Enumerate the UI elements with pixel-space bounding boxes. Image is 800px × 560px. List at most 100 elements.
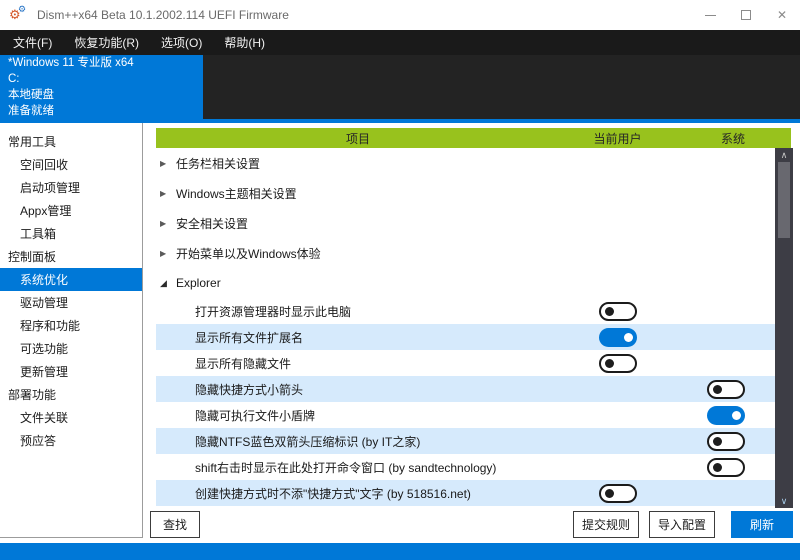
toggle-switch-off[interactable]: [707, 458, 745, 477]
sidebar-item[interactable]: 更新管理: [0, 360, 142, 383]
setting-label-cell: 创建快捷方式时不添"快捷方式"文字 (by 518516.net): [156, 485, 560, 502]
system-cell: [675, 380, 777, 399]
toggle-switch-on[interactable]: [707, 406, 745, 425]
setting-row[interactable]: 隐藏快捷方式小箭头: [156, 376, 777, 402]
setting-row[interactable]: 显示所有隐藏文件: [156, 350, 777, 376]
toggle-switch-on[interactable]: [599, 328, 637, 347]
setting-label-cell: ◢Explorer: [156, 276, 560, 290]
setting-label: 开始菜单以及Windows体验: [176, 245, 321, 262]
maximize-button[interactable]: [728, 0, 764, 30]
setting-row[interactable]: 隐藏可执行文件小盾牌: [156, 402, 777, 428]
setting-label: 隐藏可执行文件小盾牌: [195, 407, 315, 424]
app-gears-icon: ⚙ ⚙: [9, 6, 29, 24]
system-cell: [675, 406, 777, 425]
toggle-knob: [713, 463, 722, 472]
menu-bar: 文件(F)恢复功能(R)选项(O)帮助(H): [0, 30, 800, 55]
setting-label: 打开资源管理器时显示此电脑: [195, 303, 351, 320]
toggle-knob: [605, 359, 614, 368]
tree-group-row[interactable]: ▶任务栏相关设置: [156, 148, 777, 178]
current-user-cell: [560, 328, 675, 347]
footer-button-1[interactable]: 导入配置: [649, 511, 715, 538]
column-header-item: 项目: [156, 130, 560, 147]
sidebar-section-header: 常用工具: [0, 130, 142, 153]
settings-list: ▶任务栏相关设置▶Windows主题相关设置▶安全相关设置▶开始菜单以及Wind…: [156, 148, 777, 508]
setting-label: 隐藏NTFS蓝色双箭头压缩标识 (by IT之家): [195, 433, 420, 450]
menu-item-2[interactable]: 选项(O): [150, 30, 213, 55]
expander-collapsed-icon[interactable]: ▶: [160, 219, 174, 228]
setting-row[interactable]: 隐藏NTFS蓝色双箭头压缩标识 (by IT之家): [156, 428, 777, 454]
sidebar-item[interactable]: 文件关联: [0, 406, 142, 429]
system-cell: [675, 432, 777, 451]
sidebar-nav: 常用工具空间回收启动项管理Appx管理工具箱控制面板系统优化驱动管理程序和功能可…: [0, 123, 143, 538]
sidebar-item[interactable]: 驱动管理: [0, 291, 142, 314]
status-bar: [0, 543, 800, 560]
toggle-switch-off[interactable]: [599, 302, 637, 321]
tree-group-row[interactable]: ▶安全相关设置: [156, 208, 777, 238]
sidebar-item[interactable]: 程序和功能: [0, 314, 142, 337]
toggle-knob: [732, 411, 741, 420]
footer-actions: 提交规则导入配置刷新: [563, 511, 793, 538]
window-controls: ✕: [692, 0, 800, 30]
setting-label: Windows主题相关设置: [176, 185, 297, 202]
setting-label: 隐藏快捷方式小箭头: [195, 381, 303, 398]
window-title: Dism++x64 Beta 10.1.2002.114 UEFI Firmwa…: [37, 8, 289, 22]
app-window: ⚙ ⚙ Dism++x64 Beta 10.1.2002.114 UEFI Fi…: [0, 0, 800, 560]
menu-item-0[interactable]: 文件(F): [2, 30, 63, 55]
sidebar-item[interactable]: 系统优化: [0, 268, 142, 291]
setting-label-cell: ▶安全相关设置: [156, 215, 560, 232]
sidebar-item[interactable]: 可选功能: [0, 337, 142, 360]
tree-group-row[interactable]: ◢Explorer: [156, 268, 777, 298]
toggle-knob: [605, 489, 614, 498]
vertical-scrollbar[interactable]: ∧ ∨: [775, 148, 793, 508]
toggle-switch-off[interactable]: [599, 354, 637, 373]
close-button[interactable]: ✕: [764, 0, 800, 30]
setting-row[interactable]: 打开资源管理器时显示此电脑: [156, 298, 777, 324]
setting-label: 显示所有文件扩展名: [195, 329, 303, 346]
refresh-button[interactable]: 刷新: [731, 511, 793, 538]
setting-row[interactable]: 创建快捷方式时不添"快捷方式"文字 (by 518516.net): [156, 480, 777, 506]
footer-button-0[interactable]: 提交规则: [573, 511, 639, 538]
toggle-knob: [624, 333, 633, 342]
close-icon: ✕: [777, 8, 787, 22]
setting-label-cell: 打开资源管理器时显示此电脑: [156, 303, 560, 320]
menu-item-3[interactable]: 帮助(H): [213, 30, 276, 55]
setting-row[interactable]: 显示所有文件扩展名: [156, 324, 777, 350]
gear-icon: ⚙: [18, 4, 26, 14]
setting-label-cell: ▶Windows主题相关设置: [156, 185, 560, 202]
sidebar-item[interactable]: Appx管理: [0, 199, 142, 222]
toggle-switch-off[interactable]: [707, 380, 745, 399]
expander-collapsed-icon[interactable]: ▶: [160, 249, 174, 258]
sidebar-item[interactable]: 启动项管理: [0, 176, 142, 199]
scroll-down-icon[interactable]: ∨: [775, 495, 793, 507]
setting-row[interactable]: shift右击时显示在此处打开命令窗口 (by sandtechnology): [156, 454, 777, 480]
image-band: *Windows 11 专业版 x64 C: 本地硬盘 准备就绪: [0, 55, 800, 119]
setting-label-cell: ▶开始菜单以及Windows体验: [156, 245, 560, 262]
target-status-label: 准备就绪: [8, 103, 203, 119]
scroll-up-icon[interactable]: ∧: [775, 149, 793, 161]
expander-collapsed-icon[interactable]: ▶: [160, 189, 174, 198]
sidebar-item[interactable]: 工具箱: [0, 222, 142, 245]
find-button[interactable]: 查找: [150, 511, 200, 538]
toggle-knob: [713, 385, 722, 394]
toggle-switch-off[interactable]: [707, 432, 745, 451]
column-header-system: 系统: [675, 130, 791, 147]
sidebar-item[interactable]: 空间回收: [0, 153, 142, 176]
maximize-icon: [741, 10, 751, 20]
list-column-header: 项目 当前用户 系统: [156, 128, 791, 148]
system-cell: [675, 458, 777, 477]
scrollbar-thumb[interactable]: [778, 162, 790, 238]
setting-label-cell: 显示所有文件扩展名: [156, 329, 560, 346]
expander-collapsed-icon[interactable]: ▶: [160, 159, 174, 168]
setting-label: 创建快捷方式时不添"快捷方式"文字 (by 518516.net): [195, 485, 471, 502]
tree-group-row[interactable]: ▶开始菜单以及Windows体验: [156, 238, 777, 268]
setting-label: shift右击时显示在此处打开命令窗口 (by sandtechnology): [195, 459, 496, 476]
expander-open-icon[interactable]: ◢: [160, 278, 174, 289]
current-user-cell: [560, 354, 675, 373]
toggle-switch-off[interactable]: [599, 484, 637, 503]
sidebar-item[interactable]: 预应答: [0, 429, 142, 452]
target-image-card[interactable]: *Windows 11 专业版 x64 C: 本地硬盘 准备就绪: [0, 55, 203, 119]
menu-item-1[interactable]: 恢复功能(R): [63, 30, 150, 55]
tree-group-row[interactable]: ▶Windows主题相关设置: [156, 178, 777, 208]
minimize-button[interactable]: [692, 0, 728, 30]
setting-label: 安全相关设置: [176, 215, 248, 232]
